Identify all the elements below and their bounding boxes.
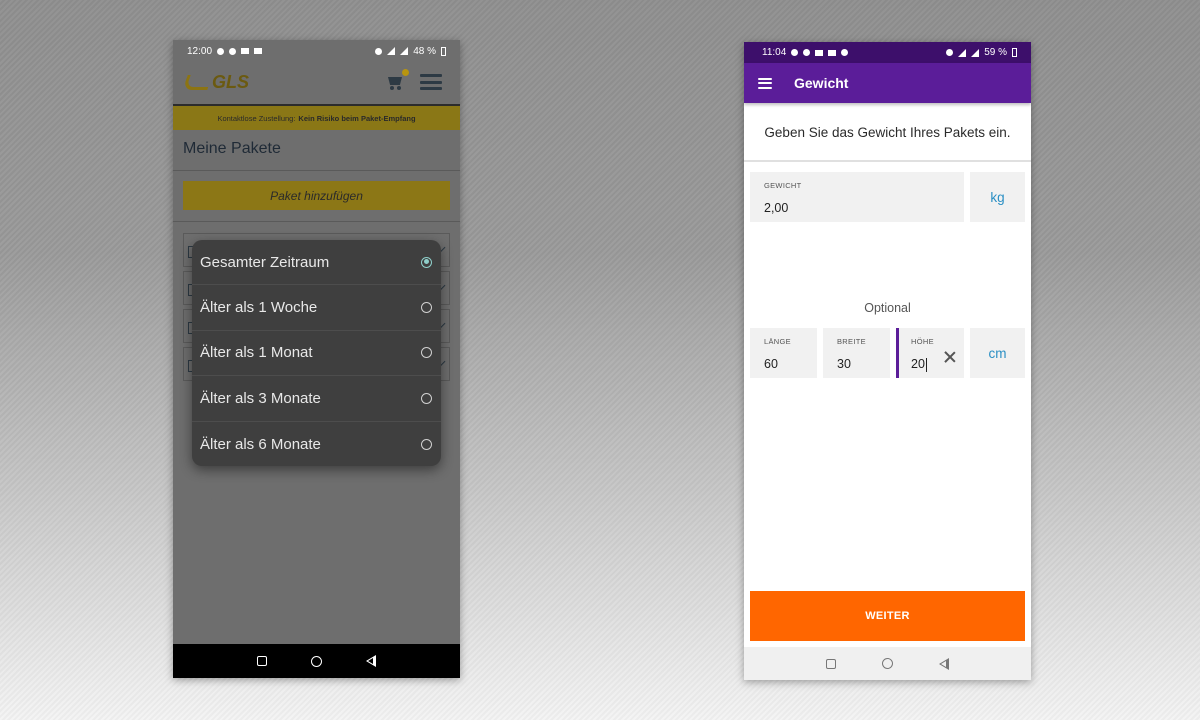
system-nav-bar: [744, 647, 1031, 680]
width-label: BREITE: [837, 337, 866, 346]
length-label: LÄNGE: [764, 337, 791, 346]
option-label: Älter als 1 Woche: [200, 299, 318, 317]
cell-signal-icon: [971, 48, 980, 57]
weight-label: GEWICHT: [764, 181, 802, 190]
filter-option-6-months[interactable]: Älter als 6 Monate: [192, 422, 441, 466]
messenger-icon: [217, 47, 225, 55]
battery-icon: [441, 46, 446, 56]
width-field[interactable]: BREITE 30: [823, 328, 890, 378]
radio-icon[interactable]: [421, 438, 432, 450]
home-icon[interactable]: [882, 658, 893, 669]
length-value[interactable]: 60: [764, 357, 778, 371]
recents-icon[interactable]: [826, 658, 836, 669]
add-package-button[interactable]: Paket hinzufügen: [183, 181, 450, 210]
gls-phone-screen: 12:00 48 % GLS Kontaktlose Zustellung: K…: [173, 40, 460, 678]
filter-option-1-month[interactable]: Älter als 1 Monat: [192, 331, 441, 377]
status-time: 12:00: [187, 45, 213, 57]
weight-phone-screen: 11:04 59 % Gewicht Geben Sie das Gewicht…: [744, 42, 1031, 680]
system-nav-bar: [173, 644, 460, 678]
weight-unit: kg: [970, 172, 1025, 222]
mute-icon: [946, 49, 954, 56]
whatsapp-icon: [803, 49, 811, 56]
cart-badge: [402, 69, 409, 76]
mail-icon: [828, 49, 837, 56]
next-button[interactable]: WEITER: [750, 591, 1025, 641]
status-bar: 12:00 48 %: [173, 40, 460, 62]
app-bar: Gewicht: [744, 63, 1031, 103]
status-bar: 11:04 59 %: [744, 42, 1031, 63]
page-title: Meine Pakete: [183, 140, 281, 157]
battery-percent: 48 %: [413, 45, 436, 57]
gls-logo-text: GLS: [212, 71, 250, 92]
banner-emphasis: Kein Risiko beim Paket-Empfang: [298, 113, 416, 123]
radio-icon[interactable]: [421, 392, 432, 404]
radio-selected-icon[interactable]: [421, 256, 432, 268]
app-notification-icon: [229, 47, 237, 55]
time-filter-popup: Gesamter Zeitraum Älter als 1 Woche Älte…: [192, 240, 441, 466]
gls-swoosh-icon: [182, 74, 213, 90]
radio-icon[interactable]: [421, 302, 432, 314]
divider: [173, 221, 460, 222]
menu-icon[interactable]: [758, 77, 772, 89]
recents-icon[interactable]: [257, 656, 267, 666]
status-time: 11:04: [762, 47, 787, 58]
banner-prefix: Kontaktlose Zustellung:: [217, 113, 296, 123]
height-label: HÖHE: [911, 337, 934, 346]
radio-icon[interactable]: [421, 347, 432, 359]
divider: [173, 170, 460, 171]
info-banner: Kontaktlose Zustellung: Kein Risiko beim…: [173, 104, 460, 130]
filter-option-all[interactable]: Gesamter Zeitraum: [192, 240, 441, 286]
battery-percent: 59 %: [984, 47, 1007, 58]
instruction-text: Geben Sie das Gewicht Ihres Pakets ein.: [764, 124, 1011, 140]
mute-icon: [375, 47, 383, 55]
cart-icon[interactable]: [386, 69, 409, 90]
option-label: Älter als 6 Monate: [200, 435, 321, 453]
filter-option-1-week[interactable]: Älter als 1 Woche: [192, 285, 441, 331]
option-label: Älter als 1 Monat: [200, 344, 313, 362]
wifi-icon: [958, 48, 967, 57]
battery-icon: [1012, 48, 1017, 57]
home-icon[interactable]: [311, 655, 322, 667]
signal-alt-icon: [815, 49, 824, 56]
length-field[interactable]: LÄNGE 60: [750, 328, 817, 378]
back-icon[interactable]: [939, 657, 949, 670]
filter-option-3-months[interactable]: Älter als 3 Monate: [192, 376, 441, 422]
dimension-unit: cm: [970, 328, 1025, 378]
weight-field[interactable]: GEWICHT 2,00: [750, 172, 964, 222]
mail-icon: [254, 48, 263, 54]
option-label: Gesamter Zeitraum: [200, 253, 330, 271]
text-cursor: [925, 357, 927, 372]
menu-icon[interactable]: [420, 74, 442, 90]
height-field[interactable]: HÖHE 20: [896, 328, 964, 378]
optional-label: Optional: [864, 301, 911, 315]
gls-logo[interactable]: GLS: [182, 71, 250, 93]
cell-signal-icon: [400, 47, 409, 55]
height-input[interactable]: 20: [911, 357, 927, 372]
app-header: GLS: [173, 62, 460, 102]
weight-value[interactable]: 2,00: [764, 201, 788, 215]
height-value: 20: [911, 357, 925, 371]
width-value[interactable]: 30: [837, 357, 851, 371]
divider: [744, 160, 1031, 162]
slack-icon: [841, 49, 849, 56]
clear-icon[interactable]: [944, 351, 956, 363]
signal-alt-icon: [241, 48, 250, 54]
wifi-icon: [387, 47, 396, 55]
page-title: Gewicht: [794, 75, 849, 91]
option-label: Älter als 3 Monate: [200, 389, 321, 407]
back-icon[interactable]: [366, 655, 376, 667]
messenger-icon: [791, 49, 799, 56]
